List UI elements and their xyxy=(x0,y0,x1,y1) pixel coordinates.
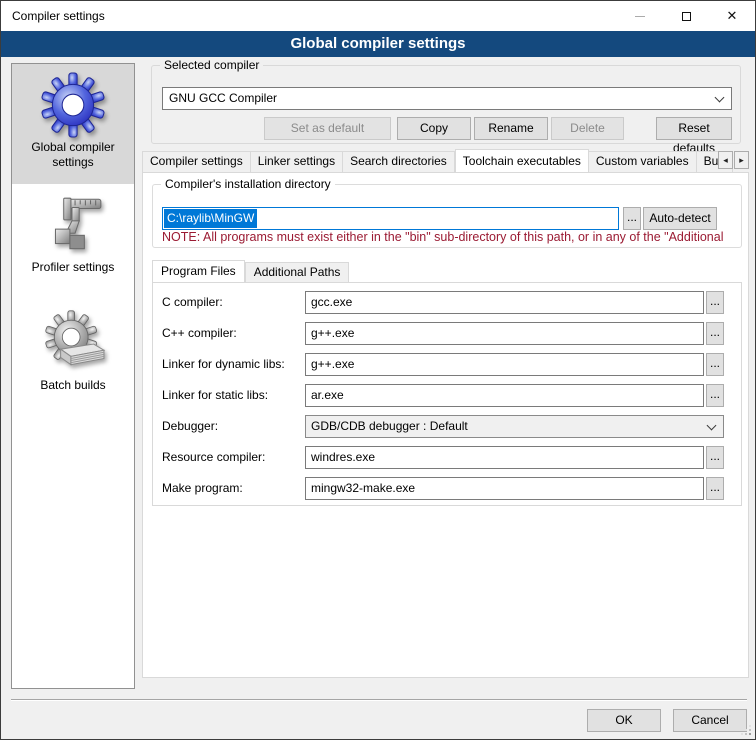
selected-compiler-group: Selected compiler GNU GCC Compiler Set a… xyxy=(151,65,741,144)
sidebar-item-label: Batch builds xyxy=(12,378,134,401)
compiler-combobox[interactable]: GNU GCC Compiler xyxy=(162,87,732,110)
install-directory-selected-text: C:\raylib\MinGW xyxy=(164,209,257,228)
program-files-tabstrip: Program Files Additional Paths xyxy=(152,260,349,282)
tab-scroll-left-icon[interactable]: ◂ xyxy=(718,151,733,169)
debugger-label: Debugger: xyxy=(162,415,218,438)
resource-compiler-input[interactable]: windres.exe xyxy=(305,446,704,469)
footer-divider xyxy=(11,699,747,700)
linker-dynamic-input[interactable]: g++.exe xyxy=(305,353,704,376)
linker-static-label: Linker for static libs: xyxy=(162,384,268,407)
rename-button[interactable]: Rename xyxy=(474,117,548,140)
linker-static-browse-button[interactable]: ... xyxy=(706,384,724,407)
linker-dynamic-label: Linker for dynamic libs: xyxy=(162,353,285,376)
delete-button[interactable]: Delete xyxy=(551,117,624,140)
maximize-icon xyxy=(682,12,691,21)
install-directory-browse-button[interactable]: ... xyxy=(623,207,641,230)
sidebar-item-label: Global compiler settings xyxy=(12,140,134,178)
debugger-select-value: GDB/CDB debugger : Default xyxy=(311,419,468,433)
resource-compiler-label: Resource compiler: xyxy=(162,446,265,469)
maximize-button[interactable] xyxy=(663,1,709,31)
ok-button[interactable]: OK xyxy=(587,709,661,732)
cpp-compiler-input[interactable]: g++.exe xyxy=(305,322,704,345)
tab-toolchain-executables[interactable]: Toolchain executables xyxy=(455,149,589,172)
make-program-input[interactable]: mingw32-make.exe xyxy=(305,477,704,500)
sidebar-item-profiler-settings[interactable]: Profiler settings xyxy=(12,184,134,302)
c-compiler-label: C compiler: xyxy=(162,291,223,314)
cpp-compiler-label: C++ compiler: xyxy=(162,322,237,345)
tab-program-files[interactable]: Program Files xyxy=(152,260,245,282)
chevron-down-icon xyxy=(707,421,717,431)
reset-defaults-button[interactable]: Reset defaults xyxy=(656,117,732,140)
cancel-button[interactable]: Cancel xyxy=(673,709,747,732)
caliper-icon xyxy=(40,192,106,258)
linker-static-input[interactable]: ar.exe xyxy=(305,384,704,407)
compiler-settings-window: Compiler settings ✕ Global compiler sett… xyxy=(0,0,756,740)
batch-builds-icon xyxy=(40,310,106,376)
tab-scroll-buttons: ◂ ▸ xyxy=(717,151,749,169)
minimize-icon xyxy=(635,16,645,17)
resize-grip[interactable] xyxy=(749,733,751,735)
install-directory-group-label: Compiler's installation directory xyxy=(161,177,335,191)
sidebar-item-label: Profiler settings xyxy=(12,260,134,283)
toolchain-executables-page: Compiler's installation directory C:\ray… xyxy=(142,172,749,678)
set-as-default-button[interactable]: Set as default xyxy=(264,117,391,140)
compiler-combobox-value: GNU GCC Compiler xyxy=(163,88,731,109)
compiler-gear-icon xyxy=(40,72,106,138)
resource-compiler-browse-button[interactable]: ... xyxy=(706,446,724,469)
tab-scroll-right-icon[interactable]: ▸ xyxy=(734,151,749,169)
close-icon: ✕ xyxy=(727,8,738,24)
install-directory-input[interactable]: C:\raylib\MinGW xyxy=(162,207,619,230)
close-button[interactable]: ✕ xyxy=(709,1,755,31)
page-title: Global compiler settings xyxy=(1,31,755,57)
tab-linker-settings[interactable]: Linker settings xyxy=(251,151,343,172)
tab-additional-paths[interactable]: Additional Paths xyxy=(245,262,350,282)
cpp-compiler-browse-button[interactable]: ... xyxy=(706,322,724,345)
copy-button[interactable]: Copy xyxy=(397,117,471,140)
minimize-button[interactable] xyxy=(617,1,663,31)
c-compiler-browse-button[interactable]: ... xyxy=(706,291,724,314)
compiler-settings-tabstrip: Compiler settings Linker settings Search… xyxy=(142,149,749,172)
tab-search-directories[interactable]: Search directories xyxy=(343,151,455,172)
make-program-browse-button[interactable]: ... xyxy=(706,477,724,500)
window-controls: ✕ xyxy=(617,1,755,31)
debugger-select[interactable]: GDB/CDB debugger : Default xyxy=(305,415,724,438)
tab-compiler-settings[interactable]: Compiler settings xyxy=(142,151,251,172)
sidebar-item-global-compiler-settings[interactable]: Global compiler settings xyxy=(12,64,134,184)
titlebar[interactable]: Compiler settings ✕ xyxy=(1,1,755,31)
linker-dynamic-browse-button[interactable]: ... xyxy=(706,353,724,376)
window-title: Compiler settings xyxy=(12,1,105,31)
selected-compiler-group-label: Selected compiler xyxy=(160,58,263,72)
sidebar-item-batch-builds[interactable]: Batch builds xyxy=(12,302,134,424)
c-compiler-input[interactable]: gcc.exe xyxy=(305,291,704,314)
settings-category-list: Global compiler settings xyxy=(11,63,135,689)
make-program-label: Make program: xyxy=(162,477,243,500)
bin-subdirectory-note: NOTE: All programs must exist either in … xyxy=(162,230,747,244)
tab-custom-variables[interactable]: Custom variables xyxy=(589,151,697,172)
auto-detect-button[interactable]: Auto-detect xyxy=(643,207,717,230)
